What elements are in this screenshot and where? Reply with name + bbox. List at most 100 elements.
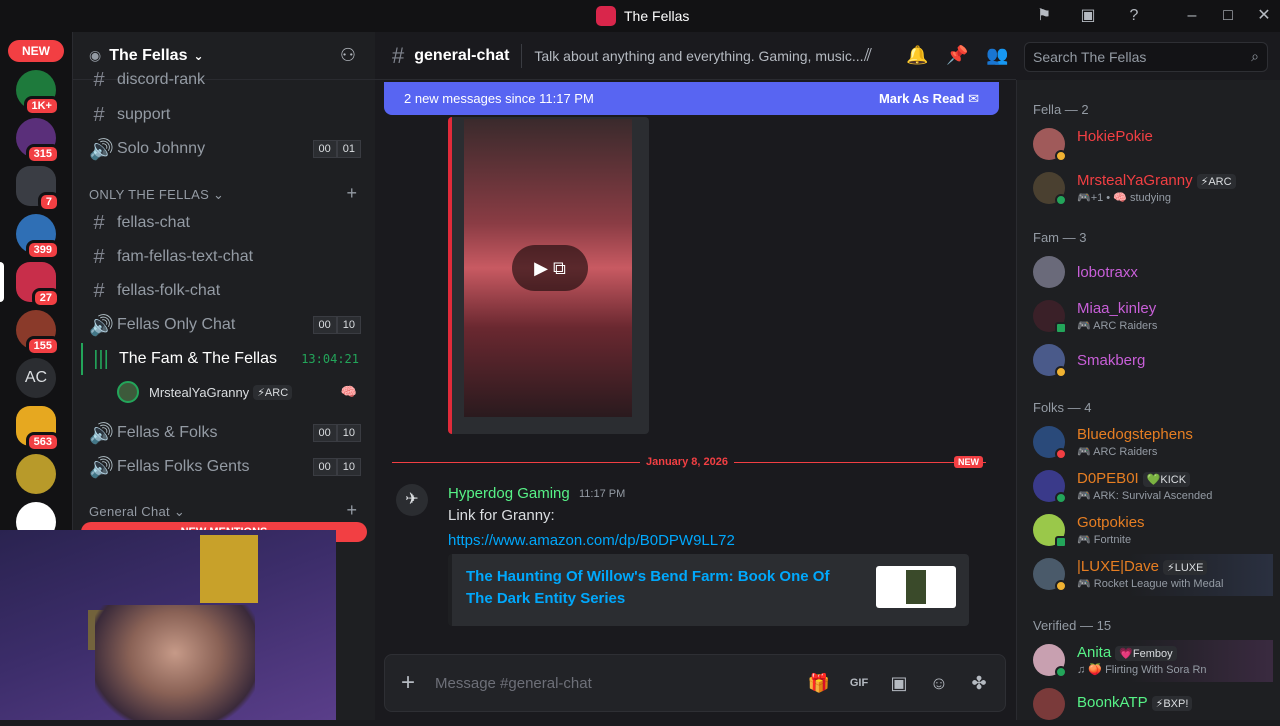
member-group-label: Fella — 2 — [1033, 102, 1089, 117]
server-badge: 315 — [25, 144, 60, 164]
mark-as-read-button[interactable]: Mark As Read ✉ — [879, 91, 979, 107]
member-name: lobotraxx — [1077, 264, 1138, 281]
add-member-icon[interactable]: ⚇ — [340, 45, 356, 66]
threads-icon[interactable]: ⫽ — [864, 45, 872, 66]
status-text: Rocket League with Medal — [1093, 578, 1224, 590]
member-name-wrap: D0PEB0I 💚KICK — [1077, 470, 1191, 487]
attach-plus-icon[interactable]: + — [401, 669, 415, 697]
status-text: +1 • 🧠 studying — [1090, 192, 1171, 204]
message-composer[interactable]: + Message #general-chat 🎁 GIF ▣ ☺ ✤ — [384, 654, 1006, 712]
active-server-indicator — [0, 262, 4, 302]
status-idle-icon — [1055, 150, 1067, 162]
member-smakberg[interactable]: Smakberg — [1033, 340, 1277, 382]
embed-title[interactable]: The Haunting Of Willow's Bend Farm: Book… — [466, 566, 856, 610]
category-only-the-fellas[interactable]: ONLY THE FELLAS ⌄ — [89, 187, 224, 203]
member-miaa-kinley[interactable]: Miaa_kinley 🎮 ARC Raiders — [1033, 296, 1277, 338]
search-input[interactable]: Search The Fellas ⌕ — [1024, 42, 1268, 72]
server-hazard[interactable] — [16, 454, 56, 494]
server-yellow[interactable]: 563 — [16, 406, 60, 452]
embed-thumbnail[interactable] — [876, 566, 956, 608]
server-kick[interactable]: 1K+ — [16, 70, 60, 116]
speaker-icon: 🔊 — [89, 138, 114, 161]
speaker-icon: 🔊 — [89, 422, 114, 445]
search-icon: ⌕ — [1251, 48, 1259, 64]
category-general-chat[interactable]: General Chat ⌄ — [89, 504, 185, 520]
channel-fellas-folks-gents[interactable]: 🔊 Fellas Folks Gents 00 10 — [81, 451, 371, 483]
server-dice[interactable]: 7 — [16, 166, 60, 212]
video-embed[interactable]: ▶ ⧉ — [448, 117, 649, 434]
pin-icon[interactable]: 📌 — [946, 45, 968, 66]
boost-icon: ◉ — [89, 47, 102, 63]
message-link[interactable]: https://www.amazon.com/dp/B0DPW9LL72 — [448, 532, 735, 549]
channel-fellas-chat[interactable]: # fellas-chat — [81, 207, 371, 239]
hash-icon: # — [93, 279, 105, 302]
flag-icon[interactable]: ⚑ — [1034, 6, 1054, 26]
gift-icon[interactable]: 🎁 — [807, 671, 831, 695]
create-channel-icon[interactable]: + — [346, 500, 357, 521]
status-text: Fortnite — [1093, 534, 1132, 546]
status-online-icon — [1055, 666, 1067, 678]
avatar[interactable]: ✈ — [396, 484, 428, 516]
close-icon[interactable]: ✕ — [1254, 6, 1274, 26]
member-hokiepokie[interactable]: HokiePokie — [1033, 124, 1277, 166]
server-blue[interactable]: 399 — [16, 214, 60, 260]
server-orange[interactable]: 155 — [16, 310, 60, 356]
channel-fellas-folk-chat[interactable]: # fellas-folk-chat — [81, 275, 371, 307]
member-d0peb0i[interactable]: D0PEB0I 💚KICK 🎮 ARK: Survival Ascended — [1033, 466, 1277, 508]
member-lobotraxx[interactable]: lobotraxx — [1033, 252, 1277, 294]
app-icon — [596, 6, 616, 26]
play-button[interactable]: ▶ ⧉ — [512, 245, 588, 291]
server-ac[interactable]: AC — [16, 358, 56, 398]
emoji-icon[interactable]: ☺ — [927, 671, 951, 695]
apps-icon[interactable]: ✤ — [967, 671, 991, 695]
sticker-icon[interactable]: ▣ — [887, 671, 911, 695]
member-name: Gotpokies — [1077, 514, 1145, 531]
message-list: ▶ ⧉ January 8, 2026 NEW ✈ Hyperdog Gamin… — [376, 80, 1016, 640]
member-name: Anita — [1077, 644, 1112, 661]
member-anita[interactable]: Anita 💗Femboy ♫ 🍑 Flirting With Sora Rn — [1033, 640, 1273, 682]
gif-icon[interactable]: GIF — [847, 671, 871, 695]
webcam-overlay — [0, 530, 336, 720]
channel-fam-fellas-text-chat[interactable]: # fam-fellas-text-chat — [81, 241, 371, 273]
member-list-icon[interactable]: 👥 — [986, 45, 1008, 66]
member-mrstealyagranny[interactable]: MrstealYaGranny ⚡ARC 🎮+1 • 🧠 studying — [1033, 168, 1277, 210]
member-luxe-dave[interactable]: |LUXE|Dave ⚡LUXE 🎮 Rocket League with Meda… — [1033, 554, 1273, 596]
count-current: 00 — [312, 424, 337, 442]
new-pill[interactable]: NEW — [8, 40, 64, 62]
channel-support[interactable]: # support — [81, 99, 371, 131]
member-gotpokies[interactable]: Gotpokies 🎮 Fortnite — [1033, 510, 1277, 552]
link-embed: The Haunting Of Willow's Bend Farm: Book… — [448, 554, 969, 626]
member-bluedogstephens[interactable]: Bluedogstephens 🎮 ARC Raiders — [1033, 422, 1277, 464]
user-count: 00 01 — [312, 140, 361, 158]
channel-fellas-only-chat[interactable]: 🔊 Fellas Only Chat 00 10 — [81, 309, 371, 341]
message-author[interactable]: Hyperdog Gaming — [448, 485, 570, 502]
channel-label: Fellas & Folks — [117, 424, 218, 441]
bell-icon[interactable]: 🔔 — [906, 45, 928, 66]
hash-icon: # — [392, 42, 405, 68]
voice-user[interactable]: MrstealYaGranny ⚡ARC 🧠 — [117, 380, 367, 404]
tag-text: LUXE — [1174, 561, 1204, 574]
channel-fellas-and-folks[interactable]: 🔊 Fellas & Folks 00 10 — [81, 417, 371, 449]
divider-date: January 8, 2026 — [640, 456, 734, 468]
member-list: Fella — 2 HokiePokie MrstealYaGranny ⚡ARC… — [1016, 80, 1280, 720]
member-name-wrap: Anita 💗Femboy — [1077, 644, 1177, 661]
channel-label: Fellas Folks Gents — [117, 458, 250, 475]
create-channel-icon[interactable]: + — [346, 183, 357, 204]
help-icon[interactable]: ? — [1124, 6, 1144, 26]
server-the-fellas[interactable]: 27 — [16, 262, 60, 308]
new-messages-banner[interactable]: 2 new messages since 11:17 PM Mark As Re… — [384, 82, 999, 115]
status-dnd-icon — [1055, 448, 1067, 460]
count-limit: 01 — [336, 140, 361, 158]
channel-solo-johnny[interactable]: 🔊 Solo Johnny 00 01 — [81, 133, 371, 165]
inbox-icon[interactable]: ▣ — [1078, 6, 1098, 26]
member-group-label: Folks — 4 — [1033, 400, 1092, 415]
channel-the-fam-and-the-fellas[interactable]: ||| The Fam & The Fellas 13:04:21 — [81, 343, 371, 375]
minimize-icon[interactable]: – — [1182, 6, 1202, 26]
channel-discord-rank[interactable]: # discord-rank — [81, 66, 371, 94]
server-purple[interactable]: 315 — [16, 118, 60, 164]
member-name: Smakberg — [1077, 352, 1146, 369]
composer-placeholder: Message #general-chat — [435, 674, 592, 692]
tag-text: ARC — [264, 386, 289, 399]
channel-topic[interactable]: Talk about anything and everything. Gami… — [534, 48, 863, 64]
maximize-icon[interactable]: □ — [1218, 6, 1238, 26]
